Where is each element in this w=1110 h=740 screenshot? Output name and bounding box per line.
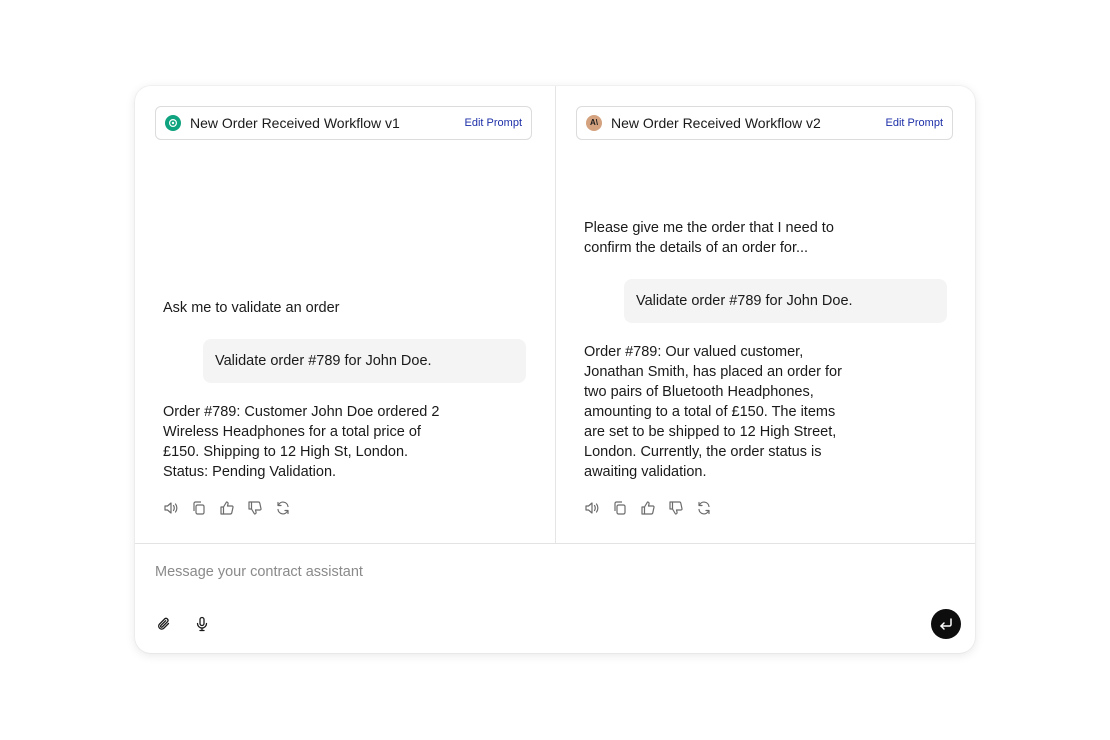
left-pane-header: New Order Received Workflow v1 Edit Prom… <box>155 106 532 140</box>
regenerate-icon[interactable] <box>275 500 291 516</box>
speaker-icon[interactable] <box>584 500 600 516</box>
chat-comparison-card: New Order Received Workflow v1 Edit Prom… <box>135 86 975 653</box>
left-pane: New Order Received Workflow v1 Edit Prom… <box>135 86 555 543</box>
left-user-message-text: Validate order #789 for John Doe. <box>215 353 432 369</box>
right-pane-title: New Order Received Workflow v2 <box>611 115 821 131</box>
left-assistant-reply: Order #789: Customer John Doe ordered 2 … <box>163 404 440 480</box>
right-message-actions <box>584 500 712 516</box>
composer-divider <box>135 543 975 544</box>
microphone-icon[interactable] <box>194 616 210 632</box>
anthropic-logo-text: A\ <box>590 118 598 127</box>
left-message-actions <box>163 500 291 516</box>
left-user-message-bubble: Validate order #789 for John Doe. <box>203 339 526 383</box>
copy-icon[interactable] <box>191 500 207 516</box>
copy-icon[interactable] <box>612 500 628 516</box>
right-assistant-intro: Please give me the order that I need to … <box>584 220 834 256</box>
thumbs-down-icon[interactable] <box>668 500 684 516</box>
paperclip-icon[interactable] <box>156 616 172 632</box>
thumbs-up-icon[interactable] <box>640 500 656 516</box>
right-user-message-text: Validate order #789 for John Doe. <box>636 293 853 309</box>
thumbs-down-icon[interactable] <box>247 500 263 516</box>
speaker-icon[interactable] <box>163 500 179 516</box>
left-edit-prompt-link[interactable]: Edit Prompt <box>465 117 522 129</box>
regenerate-icon[interactable] <box>696 500 712 516</box>
message-input[interactable] <box>155 564 915 580</box>
left-pane-title: New Order Received Workflow v1 <box>190 115 400 131</box>
right-pane: A\ New Order Received Workflow v2 Edit P… <box>555 86 975 543</box>
anthropic-logo-icon: A\ <box>586 115 602 131</box>
thumbs-up-icon[interactable] <box>219 500 235 516</box>
right-edit-prompt-link[interactable]: Edit Prompt <box>886 117 943 129</box>
right-assistant-reply: Order #789: Our valued customer, Jonatha… <box>584 344 842 480</box>
right-user-message-bubble: Validate order #789 for John Doe. <box>624 279 947 323</box>
send-button[interactable] <box>931 609 961 639</box>
enter-arrow-icon <box>938 616 954 632</box>
left-assistant-intro: Ask me to validate an order <box>163 300 340 316</box>
right-pane-header: A\ New Order Received Workflow v2 Edit P… <box>576 106 953 140</box>
openai-logo-icon <box>165 115 181 131</box>
